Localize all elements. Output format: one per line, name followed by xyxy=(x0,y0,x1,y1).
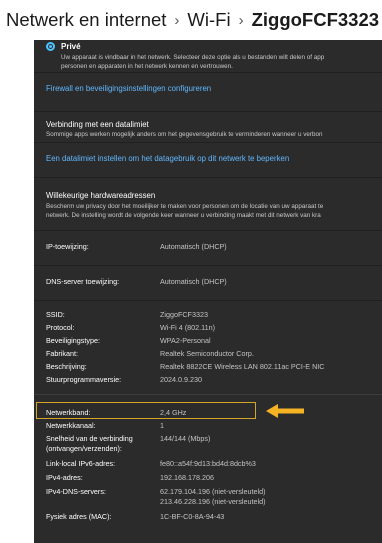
dns-assignment-row: DNS-server toewijzing: Automatisch (DHCP… xyxy=(34,277,382,287)
network-profile-card: Privé Uw apparaat is vindbaar in het net… xyxy=(34,40,382,72)
metered-connection-description: Sommige apps werken mogelijk anders om h… xyxy=(46,131,323,138)
ip-assignment-card: IP-toewijzing: Automatisch (DHCP) xyxy=(34,231,382,265)
prop-mac-address: Fysiek adres (MAC): 1C-BF-C0-8A-94-43 xyxy=(46,512,225,521)
data-limit-card: Een datalimiet instellen om het datagebr… xyxy=(34,143,382,177)
prop-ipv4-address: IPv4-adres: 192.168.178.206 xyxy=(46,473,214,482)
prop-description: Beschrijving: Realtek 8822CE Wireless LA… xyxy=(46,362,325,371)
prop-link-speed: Snelheid van de verbinding (ontvangen/ve… xyxy=(46,434,211,453)
random-mac-card: Willekeurige hardwareadressen Bescherm u… xyxy=(34,178,382,230)
settings-window: Netwerk en internet › Wi-Fi › ZiggoFCF33… xyxy=(0,0,382,543)
ip-assignment-row: IP-toewijzing: Automatisch (DHCP) xyxy=(34,242,382,252)
dns-assignment-label: DNS-server toewijzing: xyxy=(46,277,120,286)
prop-network-channel: Netwerkkanaal: 1 xyxy=(46,421,164,430)
breadcrumb-separator-icon: › xyxy=(174,11,180,29)
ip-assignment-label: IP-toewijzing: xyxy=(46,242,89,251)
prop-ipv6-address: Link-local IPv6-adres: fe80::a54f:9d13:b… xyxy=(46,459,256,468)
private-option[interactable]: Privé xyxy=(46,42,81,51)
metered-connection-card: Verbinding met een datalimiet Sommige ap… xyxy=(34,112,382,142)
firewall-card: Firewall en beveiligingsinstellingen con… xyxy=(34,73,382,111)
prop-manufacturer: Fabrikant: Realtek Semiconductor Corp. xyxy=(46,349,254,358)
data-limit-link[interactable]: Een datalimiet instellen om het datagebr… xyxy=(46,154,289,163)
properties-card: SSID: ZiggoFCF3323 Protocol: Wi-Fi 4 (80… xyxy=(34,301,382,543)
prop-ssid: SSID: ZiggoFCF3323 xyxy=(46,310,208,319)
breadcrumb: Netwerk en internet › Wi-Fi › ZiggoFCF33… xyxy=(0,0,382,40)
breadcrumb-separator-icon: › xyxy=(238,11,244,29)
metered-connection-title: Verbinding met een datalimiet xyxy=(46,120,149,129)
private-option-description: Uw apparaat is vindbaar in het netwerk. … xyxy=(61,54,325,70)
random-mac-description: Bescherm uw privacy door het moeilijker … xyxy=(46,203,324,219)
network-band-highlight-box xyxy=(36,402,256,419)
dns-assignment-card: DNS-server toewijzing: Automatisch (DHCP… xyxy=(34,266,382,300)
random-mac-title: Willekeurige hardwareadressen xyxy=(46,191,156,200)
properties-divider xyxy=(34,394,382,395)
ip-assignment-value: Automatisch (DHCP) xyxy=(160,242,227,251)
prop-driver-version: Stuurprogrammaversie: 2024.0.9.230 xyxy=(46,375,202,384)
breadcrumb-item-current: ZiggoFCF3323 xyxy=(251,9,380,30)
prop-protocol: Protocol: Wi-Fi 4 (802.11n) xyxy=(46,323,215,332)
private-option-label: Privé xyxy=(61,42,81,51)
prop-security-type: Beveiligingstype: WPA2-Personal xyxy=(46,336,211,345)
prop-ipv4-dns-servers: IPv4-DNS-servers: 62.179.104.196 (niet-v… xyxy=(46,487,266,506)
breadcrumb-item-wifi[interactable]: Wi-Fi xyxy=(187,9,230,31)
dns-assignment-value: Automatisch (DHCP) xyxy=(160,277,227,286)
settings-panel: Privé Uw apparaat is vindbaar in het net… xyxy=(34,40,382,543)
breadcrumb-item-network[interactable]: Netwerk en internet xyxy=(6,9,166,31)
radio-selected-icon[interactable] xyxy=(46,42,55,51)
firewall-settings-link[interactable]: Firewall en beveiligingsinstellingen con… xyxy=(46,84,211,93)
annotation-arrow-icon xyxy=(266,404,304,418)
